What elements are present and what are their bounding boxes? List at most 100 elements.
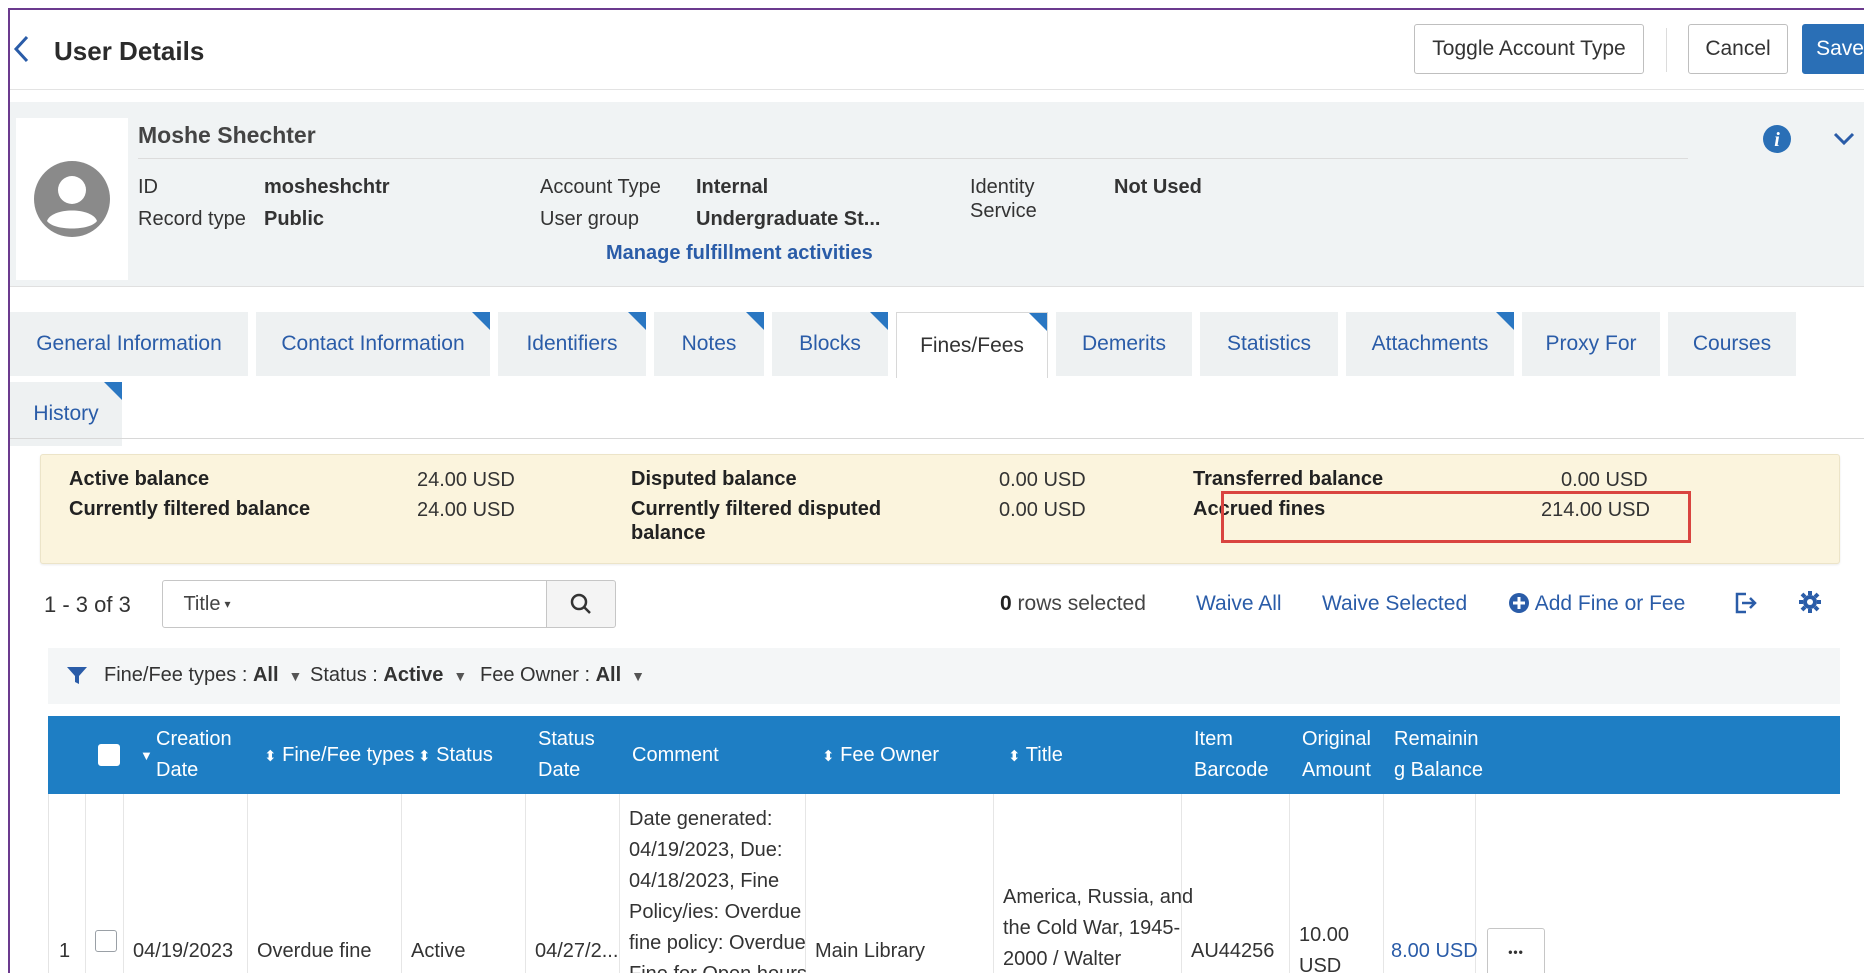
tab-blocks[interactable]: Blocks <box>772 312 888 376</box>
caret-down-icon: ▼ <box>288 668 303 684</box>
column-divider <box>1383 794 1384 973</box>
item-barcode: AU44256 <box>1191 940 1275 962</box>
filter-fine-fee-types[interactable]: Fine/Fee types : All ▼ <box>104 664 302 687</box>
filter-status[interactable]: Status : Active ▼ <box>310 664 467 687</box>
filtered-disputed-value: 0.00 USD <box>999 499 1086 521</box>
tab-history[interactable]: History <box>10 382 122 446</box>
save-button[interactable]: Save <box>1802 24 1864 74</box>
account-type-value: Internal <box>696 176 769 198</box>
tab-proxy-for[interactable]: Proxy For <box>1522 312 1660 376</box>
id-label: ID <box>138 176 158 198</box>
tab-fines-fees[interactable]: Fines/Fees <box>896 312 1048 378</box>
tab-demerits[interactable]: Demerits <box>1056 312 1192 376</box>
tab-identifiers[interactable]: Identifiers <box>498 312 646 376</box>
back-chevron-icon[interactable] <box>12 34 34 66</box>
column-item-barcode-2: Barcode <box>1194 759 1269 781</box>
column-status-date-2[interactable]: Date <box>538 755 580 786</box>
column-label: Title <box>1025 744 1063 766</box>
caret-down-icon: ▼ <box>631 668 646 684</box>
column-status[interactable]: ⬍ Status <box>418 740 493 772</box>
filter-value: All <box>252 664 279 686</box>
column-original-amount-2: Amount <box>1302 759 1371 781</box>
remaining-balance-link[interactable]: 8.00 USD <box>1391 936 1478 967</box>
tab-flag-icon <box>104 382 122 400</box>
result-count: 1 - 3 of 3 <box>44 592 131 617</box>
export-icon[interactable] <box>1732 590 1758 621</box>
user-group-label: User group <box>540 208 639 230</box>
column-original-amount-1: Original <box>1302 728 1371 750</box>
tab-courses[interactable]: Courses <box>1668 312 1796 376</box>
tab-attachments[interactable]: Attachments <box>1346 312 1514 376</box>
tab-flag-icon <box>1029 313 1047 331</box>
disputed-balance-value: 0.00 USD <box>999 469 1086 491</box>
filter-icon <box>67 667 87 684</box>
column-status-date-1[interactable]: Status <box>538 724 595 755</box>
tab-notes[interactable]: Notes <box>654 312 764 376</box>
tab-general-information[interactable]: General Information <box>10 312 248 376</box>
fine-fee-type: Overdue fine <box>257 940 372 962</box>
comment-line: 04/18/2023, Fine <box>629 870 780 892</box>
column-fee-owner[interactable]: ⬍ Fee Owner <box>822 740 939 772</box>
column-divider <box>1289 794 1290 973</box>
original-amount-currency: USD <box>1299 955 1342 973</box>
filter-bar: Fine/Fee types : All ▼ Status : Active ▼ F… <box>48 648 1840 704</box>
search-input[interactable] <box>251 580 547 628</box>
tab-contact-information[interactable]: Contact Information <box>256 312 490 376</box>
chevron-down-icon[interactable] <box>1832 126 1856 155</box>
filter-fee-owner[interactable]: Fee Owner : All ▼ <box>480 664 645 687</box>
column-creation-date-2[interactable]: Date <box>156 755 198 786</box>
sort-desc-icon: ▼ <box>140 748 153 763</box>
row-number: 1 <box>59 940 71 962</box>
comment-line: Policy/ies: Overdue <box>629 901 802 923</box>
table-row[interactable]: 1 04/19/2023 Overdue fine Active 04/27/2… <box>48 794 1840 973</box>
waive-all-link[interactable]: Waive All <box>1196 592 1282 616</box>
identity-service-label-2: Service <box>970 200 1037 222</box>
caret-down-icon: ▾ <box>224 597 231 611</box>
manage-fulfillment-link[interactable]: Manage fulfillment activities <box>606 242 873 265</box>
tab-statistics[interactable]: Statistics <box>1200 312 1338 376</box>
rows-selected-count: 0 <box>1000 592 1012 615</box>
column-label: Status <box>436 744 493 766</box>
tab-label: Attachments <box>1371 332 1489 355</box>
column-divider <box>525 794 526 973</box>
cancel-button[interactable]: Cancel <box>1688 24 1788 74</box>
column-title[interactable]: ⬍ Title <box>1008 740 1063 772</box>
status-date: 04/27/2... <box>535 940 619 962</box>
tab-bar: General Information Contact Information … <box>10 298 1864 448</box>
column-creation-date-1[interactable]: Creation <box>156 724 232 755</box>
row-actions-button[interactable]: ••• <box>1487 928 1545 973</box>
waive-selected-link[interactable]: Waive Selected <box>1322 592 1467 616</box>
title-line: the Cold War, 1945- <box>1003 917 1181 939</box>
search-button[interactable] <box>546 580 616 628</box>
select-all-checkbox[interactable] <box>98 744 120 766</box>
gear-icon[interactable] <box>1798 590 1822 619</box>
user-profile-panel: Moshe Shechter ID mosheshchtr Record typ… <box>10 102 1864 287</box>
tab-label: Statistics <box>1226 332 1312 355</box>
column-divider <box>401 794 402 973</box>
filtered-disputed-label-2: balance <box>631 522 706 544</box>
tab-label: Contact Information <box>281 332 465 355</box>
filtered-balance-label: Currently filtered balance <box>69 498 311 520</box>
toggle-account-type-button[interactable]: Toggle Account Type <box>1414 24 1644 74</box>
active-balance-value: 24.00 USD <box>417 469 515 491</box>
caret-down-icon: ▼ <box>453 668 468 684</box>
tab-underline <box>10 438 1864 439</box>
identity-service-value: Not Used <box>1114 176 1202 198</box>
accrued-fines-highlight <box>1221 491 1691 543</box>
filter-label: Fine/Fee types : <box>104 664 248 686</box>
balance-summary: Active balance 24.00 USD Currently filte… <box>40 454 1840 564</box>
filtered-balance-value: 24.00 USD <box>417 499 515 521</box>
comment-line: fine policy: Overdue <box>629 932 806 954</box>
add-fine-label: Add Fine or Fee <box>1534 592 1686 615</box>
avatar <box>16 118 128 280</box>
tab-label: Fines/Fees <box>920 333 1024 357</box>
info-icon[interactable]: i <box>1762 124 1792 159</box>
row-checkbox[interactable] <box>95 930 117 952</box>
tab-flag-icon <box>870 312 888 330</box>
column-fine-fee-types[interactable]: ⬍ Fine/Fee types <box>264 740 414 772</box>
rows-selected: 0 rows selected <box>1000 592 1146 616</box>
search-field-select[interactable]: Title ▾ <box>162 580 252 628</box>
status: Active <box>411 940 466 962</box>
add-fine-or-fee-button[interactable]: Add Fine or Fee <box>1508 592 1685 616</box>
sort-icon: ⬍ <box>822 748 835 765</box>
